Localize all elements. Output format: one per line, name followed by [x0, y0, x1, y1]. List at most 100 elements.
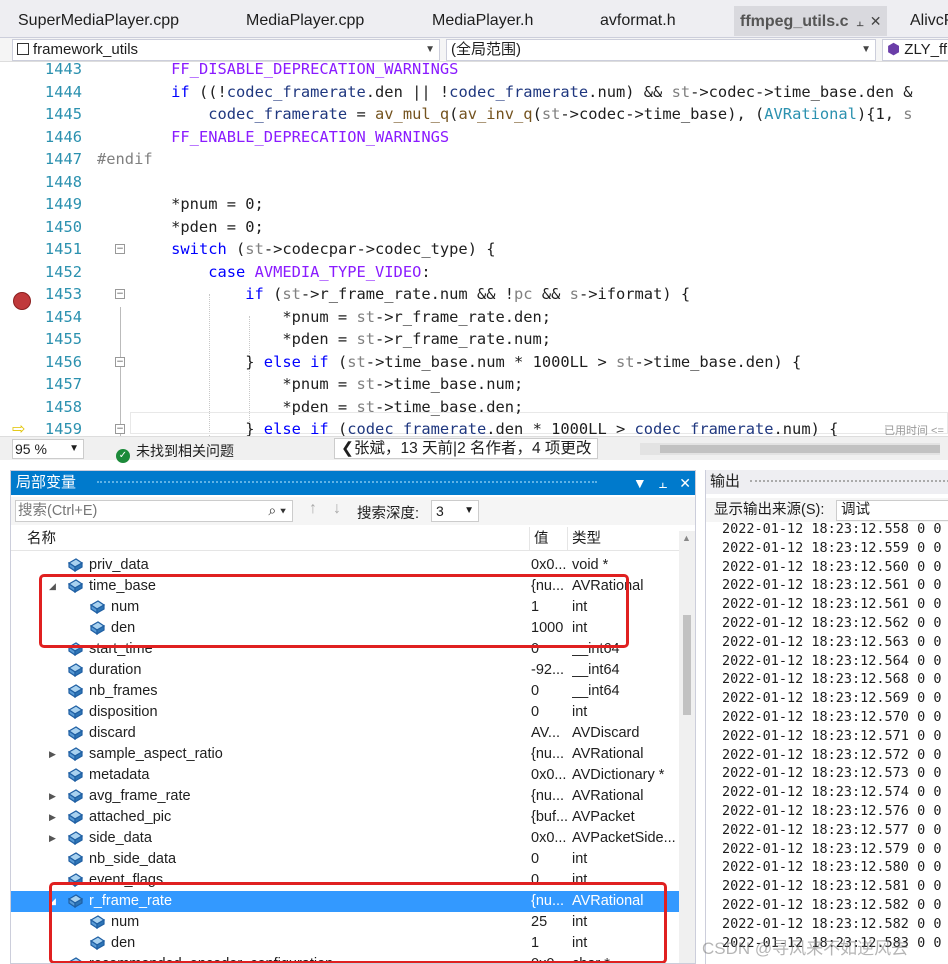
code-line[interactable]: 1451 switch (st->codecpar->codec_type) {…	[0, 238, 948, 260]
locals-search-input[interactable]: 搜索(Ctrl+E) ⌕ ▾	[15, 500, 293, 522]
variable-value[interactable]: AV...	[531, 723, 567, 744]
line-number: 1455	[44, 330, 82, 348]
variable-row[interactable]: nb_side_data 0 int	[11, 849, 681, 870]
locals-title-bar: 局部变量 ▼ ⫠ ✕	[11, 471, 695, 495]
variable-value[interactable]: 0	[531, 849, 567, 870]
output-line: 2022-01-12 18:23:12.573 0 0 I	[722, 765, 948, 782]
field-icon	[67, 810, 84, 824]
code-line[interactable]: 1448	[0, 171, 948, 193]
variable-value[interactable]: 0x0...	[531, 828, 567, 849]
tab-mediaplayer-h[interactable]: MediaPlayer.h	[432, 6, 533, 36]
horizontal-scrollbar[interactable]	[640, 443, 940, 455]
column-type-header[interactable]: 类型	[567, 527, 601, 551]
locals-window: 局部变量 ▼ ⫠ ✕ 搜索(Ctrl+E) ⌕ ▾ ↑ ↓ 搜索深度: 3 ▼ 名称 值…	[10, 470, 696, 964]
variable-value[interactable]: 0x0...	[531, 555, 567, 576]
expand-icon[interactable]: ▶	[49, 786, 56, 807]
scroll-up-icon[interactable]: ▲	[682, 533, 691, 543]
close-icon[interactable]: ✕	[679, 475, 691, 491]
code-line[interactable]: 1458 *pden = st->time_base.den;	[0, 396, 948, 418]
fold-toggle-icon[interactable]: −	[115, 356, 125, 367]
variable-value[interactable]: {buf...	[531, 807, 567, 828]
highlight-box-time-base	[39, 574, 629, 648]
variable-row[interactable]: ▶ avg_frame_rate {nu... AVRational	[11, 786, 681, 807]
code-line[interactable]: 1446 FF_ENABLE_DEPRECATION_WARNINGS	[0, 126, 948, 148]
code-line[interactable]: 1447 #endif	[0, 148, 948, 170]
tab-supermediaplayer-cpp[interactable]: SuperMediaPlayer.cpp	[18, 6, 179, 36]
code-line[interactable]: 1445 codec_framerate = av_mul_q(av_inv_q…	[0, 103, 948, 125]
variable-value[interactable]: -92...	[531, 660, 567, 681]
vertical-scrollbar[interactable]: ▲	[679, 531, 695, 963]
code-line[interactable]: 1455 *pden = st->r_frame_rate.num;	[0, 328, 948, 350]
code-line[interactable]: 1444 if ((!codec_framerate.den || !codec…	[0, 81, 948, 103]
fold-toggle-icon[interactable]: −	[115, 424, 125, 434]
tab-ffmpeg-utils-c[interactable]: ffmpeg_utils.c ⫠ ✕	[734, 6, 888, 36]
expand-icon[interactable]: ▶	[49, 744, 56, 765]
expand-icon[interactable]: ▶	[49, 807, 56, 828]
arrow-down-icon[interactable]: ↓	[333, 500, 341, 518]
variable-row[interactable]: discard AV... AVDiscard	[11, 723, 681, 744]
column-value-header[interactable]: 值	[529, 527, 549, 551]
editor-status-bar: 95 % ▼ ✓ 未找到相关问题 ❮张斌，13 天前|2 名作者，4 项更改	[0, 436, 948, 463]
variable-name: discard	[89, 725, 136, 741]
variable-row[interactable]: ▶ side_data 0x0... AVPacketSide...	[11, 828, 681, 849]
fold-toggle-icon[interactable]: −	[115, 289, 125, 299]
scroll-thumb[interactable]	[660, 445, 940, 453]
fold-toggle-icon[interactable]: −	[115, 244, 125, 254]
pin-icon[interactable]: ⫠	[659, 475, 667, 491]
tab-alivcp[interactable]: AlivcP	[910, 6, 948, 36]
variable-value[interactable]: 0	[531, 702, 567, 723]
line-number: 1446	[44, 127, 82, 146]
arrow-up-icon[interactable]: ↑	[309, 500, 317, 518]
search-depth-dropdown[interactable]: 3 ▼	[431, 500, 479, 522]
project-icon	[17, 43, 29, 55]
code-text: *pden = st->time_base.den;	[97, 397, 524, 416]
field-icon	[67, 768, 84, 782]
line-number: 1447	[44, 150, 82, 168]
variable-value[interactable]: 0	[531, 681, 567, 702]
variable-name: disposition	[89, 704, 158, 720]
variable-row[interactable]: priv_data 0x0... void *	[11, 555, 681, 576]
issues-indicator[interactable]: ✓ 未找到相关问题	[116, 441, 234, 463]
line-number: 1443	[44, 62, 82, 78]
variable-row[interactable]: metadata 0x0... AVDictionary *	[11, 765, 681, 786]
variable-row[interactable]: ▶ attached_pic {buf... AVPacket	[11, 807, 681, 828]
project-dropdown[interactable]: framework_utils ▼	[12, 39, 440, 61]
pin-icon[interactable]: ⫠	[856, 15, 863, 29]
issues-label: 未找到相关问题	[136, 443, 234, 459]
code-line[interactable]: 1459 } else if (codec_framerate.den * 10…	[0, 418, 948, 436]
variable-value[interactable]: {nu...	[531, 786, 567, 807]
close-icon[interactable]: ✕	[870, 13, 882, 29]
expand-icon[interactable]: ▶	[49, 828, 56, 849]
member-dropdown[interactable]: ⬢ ZLY_ff	[882, 39, 948, 61]
codelens-blame[interactable]: ❮张斌，13 天前|2 名作者，4 项更改	[334, 438, 599, 459]
variable-value[interactable]: 0x0...	[531, 765, 567, 786]
scroll-thumb[interactable]	[683, 615, 691, 715]
variable-value[interactable]: {nu...	[531, 744, 567, 765]
code-line[interactable]: 1450 *pden = 0;	[0, 216, 948, 238]
code-line[interactable]: 1452 case AVMEDIA_TYPE_VIDEO:	[0, 261, 948, 283]
variable-row[interactable]: duration -92... __int64	[11, 660, 681, 681]
search-icon[interactable]: ⌕ ▾	[268, 500, 286, 520]
output-line: 2022-01-12 18:23:12.563 0 0 I	[722, 633, 948, 650]
variable-row[interactable]: ▶ sample_aspect_ratio {nu... AVRational	[11, 744, 681, 765]
output-line: 2022-01-12 18:23:12.564 0 0 I	[722, 652, 948, 669]
variable-row[interactable]: nb_frames 0 __int64	[11, 681, 681, 702]
project-label: framework_utils	[33, 41, 139, 58]
output-source-dropdown[interactable]: 调试	[836, 500, 948, 521]
dropdown-icon[interactable]: ▼	[633, 475, 647, 491]
code-line[interactable]: 1454 *pnum = st->r_frame_rate.den;	[0, 306, 948, 328]
code-line[interactable]: 1449 *pnum = 0;	[0, 193, 948, 215]
title-grip	[750, 480, 948, 482]
tab-mediaplayer-cpp[interactable]: MediaPlayer.cpp	[246, 6, 364, 36]
column-name-header[interactable]: 名称	[27, 527, 56, 551]
code-line[interactable]: 1453 if (st->r_frame_rate.num && !pc && …	[0, 283, 948, 305]
code-line[interactable]: 1457 *pnum = st->time_base.num;	[0, 373, 948, 395]
tab-avformat-h[interactable]: avformat.h	[600, 6, 676, 36]
variable-row[interactable]: disposition 0 int	[11, 702, 681, 723]
zoom-dropdown[interactable]: 95 % ▼	[12, 439, 84, 459]
breakpoint-icon[interactable]	[13, 292, 31, 310]
scope-dropdown[interactable]: (全局范围) ▼	[446, 39, 876, 61]
code-line[interactable]: 1456 } else if (st->time_base.num * 1000…	[0, 351, 948, 373]
code-editor[interactable]: 1443 FF_DISABLE_DEPRECATION_WARNINGS 1444…	[0, 62, 948, 436]
code-line[interactable]: 1443 FF_DISABLE_DEPRECATION_WARNINGS	[0, 62, 948, 80]
